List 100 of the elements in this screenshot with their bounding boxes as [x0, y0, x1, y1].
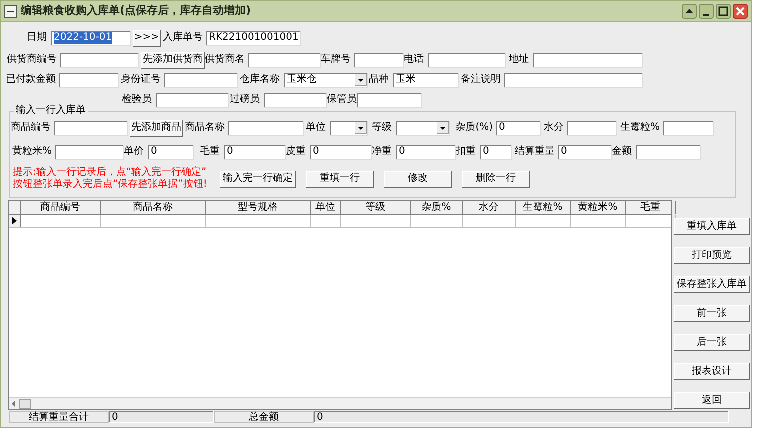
text-field[interactable]	[428, 52, 506, 68]
action-button[interactable]: 先添加供货商	[141, 52, 205, 68]
maximize-icon[interactable]	[716, 4, 731, 18]
scroll-thumb[interactable]	[19, 398, 31, 408]
field-label: 金额	[612, 145, 633, 159]
text-field[interactable]	[357, 92, 422, 108]
field-label: 身份证号	[120, 73, 162, 87]
text-field[interactable]: 0	[224, 144, 286, 160]
column-header[interactable]: 等级	[341, 201, 411, 214]
field-label: 黄粒米%	[11, 145, 53, 159]
dropdown-field[interactable]	[396, 120, 450, 136]
field-label: 毛重	[199, 145, 221, 159]
field-label: 日期	[26, 31, 48, 45]
field-label: 供货商编号	[6, 53, 58, 67]
action-button[interactable]: 保存整张入库单	[674, 276, 750, 293]
hint-text: 提示:输入一行记录后，点“输入完一行确定”	[13, 167, 208, 178]
field-label: 单位	[305, 121, 327, 135]
field-label: 等级	[371, 121, 393, 135]
text-field[interactable]	[354, 52, 404, 68]
action-button[interactable]: 后一张	[674, 334, 750, 351]
field-label: 过磅员	[229, 93, 261, 107]
field-label: 车牌号	[321, 53, 352, 67]
field-label: 已付款金额	[5, 73, 57, 87]
text-field[interactable]	[663, 120, 714, 136]
total-label: 结算重量合计	[9, 411, 109, 423]
group-title: 输入一行入库单	[14, 105, 88, 117]
text-field[interactable]: 0	[310, 144, 372, 160]
column-header[interactable]: 单位	[311, 201, 341, 214]
text-field[interactable]	[264, 92, 327, 108]
current-row-icon	[12, 217, 17, 225]
text-field[interactable]	[248, 52, 321, 68]
field-label: 仓库名称	[239, 73, 281, 87]
field-label: 检验员	[121, 93, 153, 107]
action-button[interactable]: 打印预览	[674, 247, 750, 264]
text-field[interactable]: 0	[496, 120, 541, 136]
field-label: 地址	[508, 53, 530, 67]
column-header[interactable]: 商品编号	[21, 201, 101, 214]
text-field[interactable]: 2022-10-01	[51, 30, 131, 46]
dropdown-arrow-icon	[355, 74, 367, 86]
action-button[interactable]: 修改	[384, 170, 452, 188]
text-field[interactable]	[59, 72, 119, 88]
column-header[interactable]: 生霉粒%	[516, 201, 571, 214]
action-button[interactable]: 输入完一行确定	[220, 170, 296, 188]
action-button[interactable]: 前一张	[674, 305, 750, 322]
text-field[interactable]	[54, 120, 128, 136]
field-label: 入库单号	[162, 31, 204, 45]
action-button[interactable]: >>>	[133, 30, 161, 46]
column-header[interactable]: 商品名称	[101, 201, 206, 214]
field-label: 皮重	[286, 145, 307, 159]
field-label: 商品名称	[184, 121, 226, 135]
text-field[interactable]: RK221001001001	[206, 30, 301, 46]
action-button[interactable]: 重填入库单	[674, 218, 750, 235]
window-menu-icon[interactable]	[4, 4, 17, 18]
field-label: 生霉粒%	[619, 121, 661, 135]
column-header[interactable]: 黄粒米%	[571, 201, 626, 214]
column-header[interactable]: 水分	[463, 201, 516, 214]
text-field[interactable]	[60, 52, 139, 68]
dropdown-field[interactable]	[330, 120, 368, 136]
text-field[interactable]	[504, 72, 643, 88]
text-field[interactable]: 玉米	[393, 72, 459, 88]
close-icon[interactable]	[733, 4, 748, 18]
column-header[interactable]: 毛重	[626, 201, 676, 214]
text-field[interactable]	[567, 120, 617, 136]
horizontal-scrollbar[interactable]	[9, 397, 671, 409]
field-label: 扣重	[456, 145, 477, 159]
text-field[interactable]	[156, 92, 229, 108]
total-value: 0	[109, 411, 214, 423]
row-indicator[interactable]	[9, 215, 21, 227]
action-button[interactable]: 重填一行	[306, 170, 374, 188]
total-value: 0	[314, 411, 729, 423]
text-field[interactable]: 0	[396, 144, 456, 160]
text-field[interactable]	[228, 120, 304, 136]
text-field[interactable]	[533, 52, 643, 68]
text-field[interactable]: 0	[148, 144, 194, 160]
roll-up-icon[interactable]	[682, 4, 697, 18]
action-button[interactable]: 先添加商品	[130, 120, 183, 136]
action-button[interactable]: 返回	[674, 392, 750, 409]
field-label: 供货商名	[205, 53, 246, 67]
text-field[interactable]: 0	[480, 144, 512, 160]
column-header[interactable]: 杂质%	[411, 201, 463, 214]
field-label: 备注说明	[460, 73, 502, 87]
dropdown-field[interactable]: 玉米仓	[284, 72, 368, 88]
column-header[interactable]: 型号规格	[206, 201, 311, 214]
field-label: 保管员	[327, 93, 355, 107]
field-label: 品种	[368, 73, 390, 87]
total-label: 总金额	[214, 411, 314, 423]
dropdown-arrow-icon	[437, 122, 449, 134]
action-button[interactable]: 报表设计	[674, 363, 750, 380]
field-label: 杂质(%)	[454, 121, 494, 135]
minimize-icon[interactable]	[699, 4, 714, 18]
field-label: 电话	[404, 53, 425, 67]
text-field[interactable]	[164, 72, 238, 88]
hint-text: 按钮整张单录入完后点“保存整张单据”按钮!	[13, 179, 208, 191]
field-label: 结算重量	[514, 145, 556, 159]
text-field[interactable]	[636, 144, 701, 160]
text-field[interactable]: 0	[558, 144, 612, 160]
dropdown-arrow-icon	[355, 122, 367, 134]
action-button[interactable]: 删除一行	[462, 170, 530, 188]
field-label: 水分	[543, 121, 565, 135]
text-field[interactable]	[55, 144, 124, 160]
